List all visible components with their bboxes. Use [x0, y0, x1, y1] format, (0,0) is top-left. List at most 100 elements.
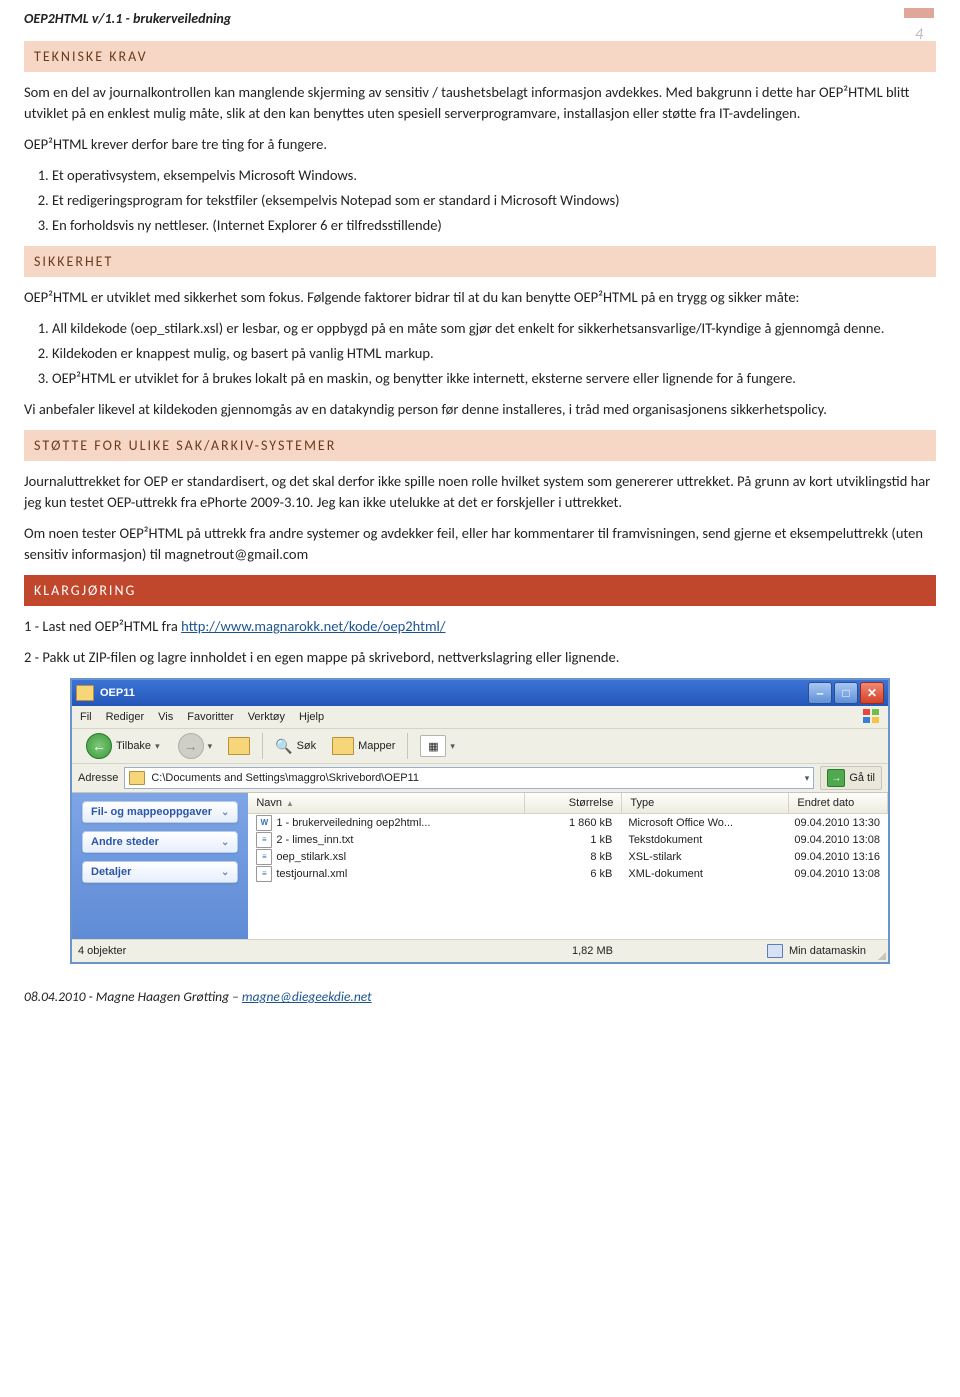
xsl-file-icon: ≡: [256, 849, 272, 865]
up-button[interactable]: [222, 733, 256, 759]
menu-item[interactable]: Favoritter: [187, 711, 233, 723]
resize-grip-icon[interactable]: [872, 946, 886, 960]
other-places-panel[interactable]: Andre steder ⌄: [82, 831, 238, 853]
go-button[interactable]: → Gå til: [820, 766, 882, 790]
computer-icon: [767, 944, 783, 958]
section-heading-tekniske-krav: TEKNISKE KRAV: [24, 41, 936, 72]
menu-item[interactable]: Verktøy: [248, 711, 285, 723]
column-type[interactable]: Type: [622, 793, 789, 813]
forward-button[interactable]: → ▾: [172, 733, 219, 759]
folder-up-icon: [228, 737, 250, 755]
word-file-icon: W: [256, 815, 272, 831]
list-item: Et redigeringsprogram for tekstfiler (ek…: [52, 190, 936, 211]
address-label: Adresse: [78, 772, 118, 784]
back-label: Tilbake: [116, 740, 151, 752]
list-item: Kildekoden er knappest mulig, og basert …: [52, 343, 936, 364]
file-list: Navn ▲ Størrelse Type Endret dato W1 - b…: [248, 793, 888, 939]
close-button[interactable]: ✕: [860, 682, 884, 704]
file-row[interactable]: W1 - brukerveiledning oep2html... 1 860 …: [248, 814, 888, 831]
minimize-button[interactable]: ‒: [808, 682, 832, 704]
view-button[interactable]: ▦ ▾: [414, 733, 461, 759]
panel-title: Fil- og mappeoppgaver: [91, 806, 212, 818]
chevron-down-icon: ▾: [450, 741, 455, 752]
separator: [407, 733, 408, 759]
menu-item[interactable]: Rediger: [106, 711, 145, 723]
menu-item[interactable]: Fil: [80, 711, 92, 723]
folder-icon: [332, 737, 354, 755]
back-button[interactable]: ← Tilbake ▾: [78, 733, 168, 759]
explorer-window: OEP11 ‒ □ ✕ Fil Rediger Vis Favoritter V…: [70, 678, 890, 964]
footer-text: 08.04.2010 - Magne Haagen Grøtting –: [24, 988, 242, 1005]
xml-file-icon: ≡: [256, 866, 272, 882]
search-icon: 🔍: [275, 738, 292, 755]
chevron-down-icon: ▾: [208, 741, 213, 752]
chevron-down-icon: ⌄: [221, 837, 229, 848]
address-input[interactable]: C:\Documents and Settings\maggro\Skriveb…: [124, 767, 814, 789]
file-row[interactable]: ≡2 - limes_inn.txt 1 kB Tekstdokument 09…: [248, 831, 888, 848]
chevron-down-icon: ▾: [155, 741, 160, 752]
menu-item[interactable]: Vis: [158, 711, 173, 723]
statusbar: 4 objekter 1,82 MB Min datamaskin: [72, 939, 888, 962]
chevron-down-icon: ⌄: [221, 867, 229, 878]
svg-text:4: 4: [915, 25, 924, 44]
paragraph: Journaluttrekket for OEP er standardiser…: [24, 471, 936, 513]
folder-icon: [129, 771, 145, 785]
tasks-panel[interactable]: Fil- og mappeoppgaver ⌄: [82, 801, 238, 823]
download-link[interactable]: http://www.magnarokk.net/kode/oep2html/: [181, 617, 445, 635]
side-panel: Fil- og mappeoppgaver ⌄ Andre steder ⌄ Det…: [72, 793, 248, 939]
paragraph: Vi anbefaler likevel at kildekoden gjenn…: [24, 399, 936, 420]
list-item: All kildekode (oep_stilark.xsl) er lesba…: [52, 318, 936, 339]
separator: [262, 733, 263, 759]
step-1: 1 - Last ned OEP²HTML fra http://www.mag…: [24, 616, 936, 637]
panel-title: Andre steder: [91, 836, 159, 848]
paragraph: OEP²HTML er utviklet med sikkerhet som f…: [24, 287, 936, 308]
column-headers: Navn ▲ Størrelse Type Endret dato: [248, 793, 888, 814]
view-icon: ▦: [420, 735, 446, 757]
status-objects: 4 objekter: [78, 945, 126, 957]
address-path: C:\Documents and Settings\maggro\Skriveb…: [151, 772, 419, 784]
maximize-button[interactable]: □: [834, 682, 858, 704]
addressbar: Adresse C:\Documents and Settings\maggro…: [72, 764, 888, 793]
forward-icon: →: [178, 733, 204, 759]
menu-item[interactable]: Hjelp: [299, 711, 324, 723]
file-row[interactable]: ≡testjournal.xml 6 kB XML-dokument 09.04…: [248, 865, 888, 882]
column-date[interactable]: Endret dato: [789, 793, 888, 813]
status-size: 1,82 MB: [572, 945, 613, 957]
step-text: 1 - Last ned OEP²HTML fra: [24, 617, 181, 635]
windows-logo-icon: [862, 708, 882, 726]
panel-title: Detaljer: [91, 866, 131, 878]
back-icon: ←: [86, 733, 112, 759]
menubar: Fil Rediger Vis Favoritter Verktøy Hjelp: [72, 706, 888, 729]
section-heading-klargjoring: KLARGJØRING: [24, 575, 936, 606]
status-location: Min datamaskin: [767, 944, 866, 958]
document-footer: 08.04.2010 - Magne Haagen Grøtting – mag…: [24, 988, 936, 1005]
text-file-icon: ≡: [256, 832, 272, 848]
ordered-list: Et operativsystem, eksempelvis Microsoft…: [52, 165, 936, 236]
chevron-down-icon: ⌄: [221, 807, 229, 818]
column-name[interactable]: Navn ▲: [248, 793, 525, 813]
paragraph: Om noen tester OEP²HTML på uttrekk fra a…: [24, 523, 936, 565]
search-label: Søk: [297, 740, 317, 752]
titlebar[interactable]: OEP11 ‒ □ ✕: [72, 680, 888, 706]
paragraph: Som en del av journalkontrollen kan mang…: [24, 82, 936, 124]
window-title: OEP11: [100, 687, 808, 699]
section-heading-stotte: STØTTE FOR ULIKE SAK/ARKIV-SYSTEMER: [24, 430, 936, 461]
step-2: 2 - Pakk ut ZIP-filen og lagre innholdet…: [24, 647, 936, 668]
go-label: Gå til: [849, 772, 875, 784]
document-header: OEP2HTML v/1.1 - brukerveiledning: [24, 10, 936, 27]
go-icon: →: [827, 769, 845, 787]
details-panel[interactable]: Detaljer ⌄: [82, 861, 238, 883]
footer-email-link[interactable]: magne@diegeekdie.net: [242, 988, 372, 1005]
list-item: Et operativsystem, eksempelvis Microsoft…: [52, 165, 936, 186]
list-item: OEP²HTML er utviklet for å brukes lokalt…: [52, 368, 936, 389]
chevron-down-icon[interactable]: ▾: [805, 773, 810, 784]
page-number-mark: 4: [904, 8, 936, 46]
file-row[interactable]: ≡oep_stilark.xsl 8 kB XSL-stilark 09.04.…: [248, 848, 888, 865]
search-button[interactable]: 🔍 Søk: [269, 733, 322, 759]
toolbar: ← Tilbake ▾ → ▾ 🔍 Søk Mapper ▦: [72, 729, 888, 764]
column-size[interactable]: Størrelse: [525, 793, 622, 813]
folders-label: Mapper: [358, 740, 395, 752]
folders-button[interactable]: Mapper: [326, 733, 401, 759]
list-item: En forholdsvis ny nettleser. (Internet E…: [52, 215, 936, 236]
paragraph: OEP²HTML krever derfor bare tre ting for…: [24, 134, 936, 155]
